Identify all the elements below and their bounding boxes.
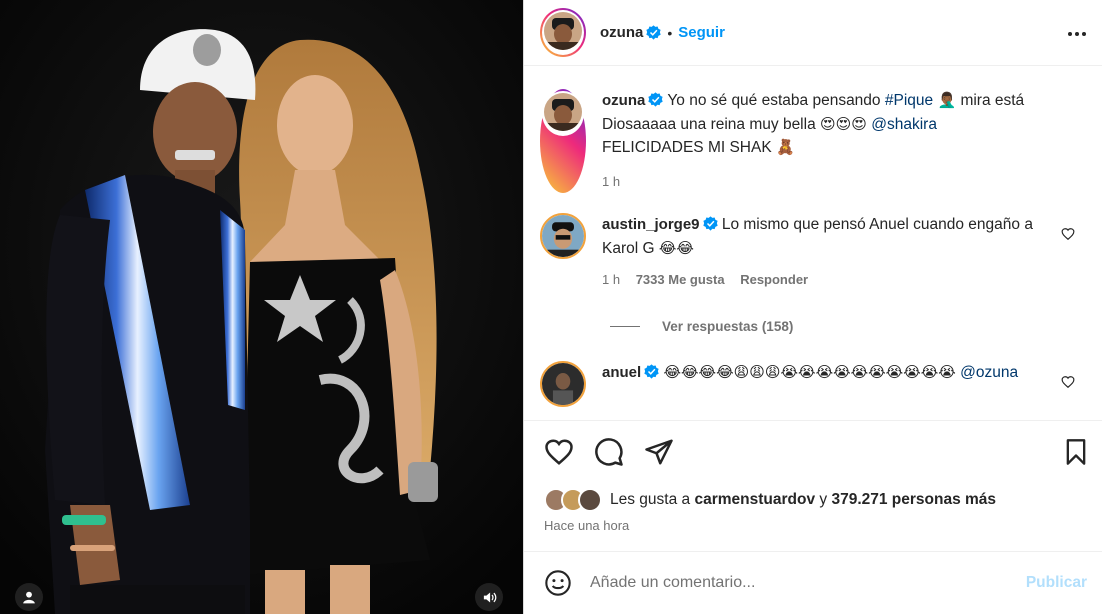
comment-like-heart-icon[interactable] (1061, 227, 1075, 241)
comment-input[interactable]: Añade un comentario... (590, 574, 755, 592)
comment-like-heart-icon[interactable] (1061, 375, 1075, 389)
liker-avatars[interactable] (544, 488, 602, 512)
reply-button[interactable]: Responder (740, 272, 808, 287)
comment-time[interactable]: 1 h (602, 272, 620, 287)
more-options-icon[interactable] (1065, 22, 1089, 46)
comment-icon[interactable] (594, 437, 624, 467)
comment-emoji: 😂😂 (658, 238, 694, 257)
replies-divider (610, 326, 640, 327)
caption-hashtag[interactable]: #Pique (885, 92, 933, 109)
post-header: ozuna • Seguir (524, 0, 1102, 66)
view-replies-label: Ver respuestas (158) (662, 319, 794, 334)
caption-text-1: Yo no sé qué estaba pensando (667, 92, 881, 109)
comment-likes[interactable]: 7333 Me gusta (636, 272, 725, 287)
caption-avatar-ring[interactable] (540, 89, 586, 193)
separator-dot: • (667, 24, 673, 41)
post-timestamp[interactable]: Hace una hora (544, 518, 629, 533)
likes-connector: y (819, 491, 828, 508)
comments-section: ozuna Yo no sé qué estaba pensando #Piqu… (524, 67, 1102, 419)
post-media[interactable] (0, 0, 523, 614)
liker-avatar (578, 488, 602, 512)
author-avatar (544, 12, 582, 50)
comment-mention[interactable]: @ozuna (960, 364, 1018, 381)
view-replies-button[interactable]: Ver respuestas (158) (610, 319, 793, 334)
caption-emoji-3: 🧸 (776, 138, 795, 156)
user-tag-button[interactable] (15, 583, 43, 611)
caption-mention[interactable]: @shakira (871, 116, 937, 133)
comment-author[interactable]: anuel (602, 364, 641, 381)
likes-user[interactable]: carmenstuardov (694, 491, 815, 509)
follow-button[interactable]: Seguir (678, 24, 725, 41)
add-comment-bar: Añade un comentario... Publicar (524, 551, 1102, 614)
caption-emoji-2: 😍😍😍 (820, 114, 867, 133)
post-side-panel: ozuna • Seguir ozuna Yo no sé qué estaba… (523, 0, 1102, 614)
post-photo (0, 0, 523, 614)
verified-badge-icon (648, 92, 663, 107)
bookmark-icon[interactable] (1062, 437, 1090, 467)
author-username[interactable]: ozuna (600, 24, 643, 41)
comment-item: austin_jorge9 Lo mismo que pensó Anuel c… (540, 213, 1080, 292)
post-actions: Les gusta a carmenstuardov y 379.271 per… (524, 420, 1102, 550)
verified-badge-icon (646, 25, 661, 40)
commenter-avatar[interactable] (540, 361, 586, 407)
verified-badge-icon (644, 364, 659, 379)
verified-badge-icon (702, 216, 718, 231)
caption-text-3: FELICIDADES MI SHAK (602, 139, 772, 156)
caption: ozuna Yo no sé qué estaba pensando #Piqu… (540, 89, 1080, 193)
likes-summary: Les gusta a carmenstuardov y 379.271 per… (544, 488, 996, 512)
likes-prefix: Les gusta a (610, 491, 691, 508)
comment-author[interactable]: austin_jorge9 (602, 216, 700, 233)
comment-item: anuel 😂😂😂😂😩😩😩😭😭😭😭😭😭😭😭😭😭 @ozuna (540, 361, 1080, 407)
commenter-avatar[interactable] (540, 213, 586, 259)
author-avatar-ring[interactable] (540, 8, 586, 57)
user-tag-icon (23, 591, 35, 604)
emoji-icon[interactable] (544, 569, 572, 597)
caption-emoji-1: 🤦🏾‍♂️ (937, 91, 957, 109)
share-icon[interactable] (644, 437, 674, 467)
likes-count[interactable]: 379.271 personas más (831, 491, 996, 509)
caption-author-avatar (544, 93, 582, 131)
caption-time[interactable]: 1 h (602, 174, 620, 189)
caption-author[interactable]: ozuna (602, 92, 645, 109)
sound-icon (483, 592, 496, 602)
sound-toggle-button[interactable] (475, 583, 503, 611)
publish-button[interactable]: Publicar (1026, 574, 1087, 592)
comment-emoji: 😂😂😂😂😩😩😩😭😭😭😭😭😭😭😭😭😭 (663, 363, 956, 381)
heart-icon[interactable] (544, 437, 574, 467)
